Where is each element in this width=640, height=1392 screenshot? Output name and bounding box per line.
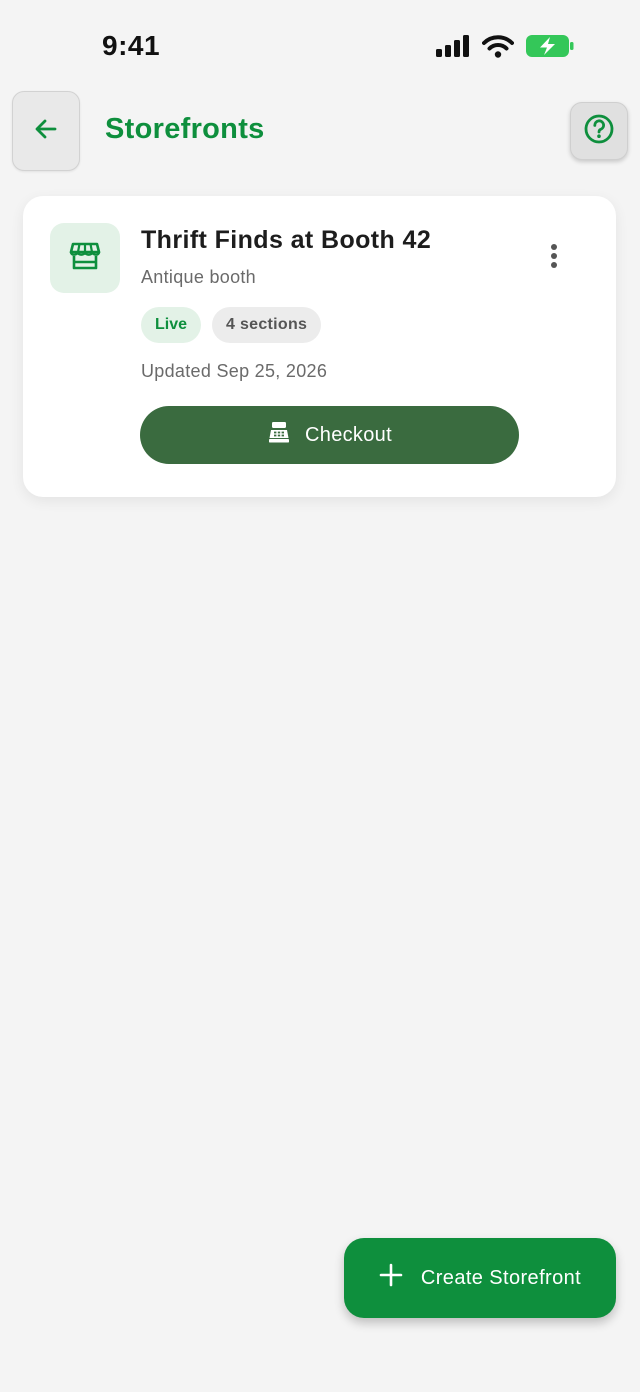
status-time: 9:41 bbox=[102, 30, 161, 61]
sections-badge: 4 sections bbox=[212, 307, 322, 343]
page-title: Storefronts bbox=[105, 113, 265, 145]
storefront-icon bbox=[69, 241, 101, 276]
checkout-button[interactable]: Checkout bbox=[140, 406, 519, 464]
status-badge: Live bbox=[141, 307, 202, 343]
cellular-signal-icon bbox=[436, 35, 470, 62]
cash-register-icon bbox=[267, 420, 291, 450]
battery-charging-icon bbox=[526, 34, 574, 63]
arrow-left-icon bbox=[33, 117, 59, 146]
wifi-icon bbox=[482, 34, 514, 63]
storefront-name: Thrift Finds at Booth 42 bbox=[141, 226, 432, 254]
plus-icon bbox=[379, 1263, 403, 1293]
create-storefront-button[interactable]: Create Storefront bbox=[344, 1238, 616, 1318]
status-bar: 9:41 bbox=[0, 0, 640, 90]
storefront-card[interactable]: Thrift Finds at Booth 42 Antique booth L… bbox=[23, 196, 616, 497]
help-button[interactable] bbox=[570, 102, 628, 160]
checkout-button-label: Checkout bbox=[305, 423, 392, 446]
status-icons bbox=[436, 34, 574, 63]
back-button[interactable] bbox=[12, 91, 80, 171]
help-circle-icon bbox=[583, 113, 615, 150]
storefront-icon-tile bbox=[50, 223, 120, 293]
updated-timestamp: Updated Sep 25, 2026 bbox=[141, 361, 328, 381]
create-storefront-label: Create Storefront bbox=[420, 1266, 582, 1289]
storefront-type: Antique booth bbox=[141, 267, 256, 287]
more-vertical-icon bbox=[550, 243, 558, 274]
more-options-button[interactable] bbox=[538, 240, 570, 276]
